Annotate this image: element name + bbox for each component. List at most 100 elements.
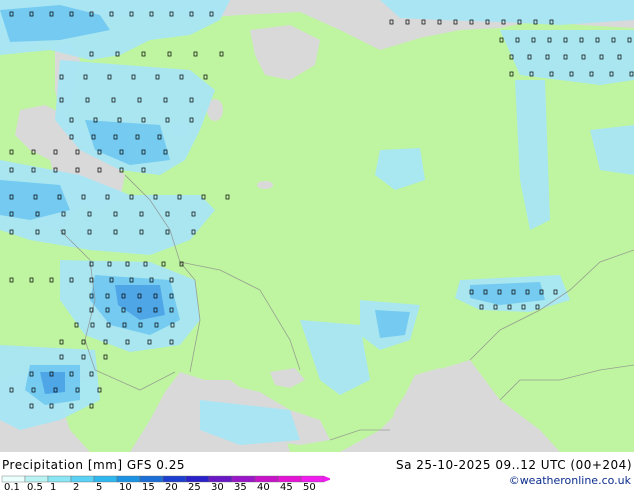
- value-marker: [33, 194, 38, 200]
- value-marker: [9, 194, 14, 200]
- value-marker: [485, 19, 490, 25]
- value-marker: [153, 307, 158, 313]
- value-marker: [139, 229, 144, 235]
- value-marker: [527, 54, 532, 60]
- value-marker: [165, 229, 170, 235]
- value-marker: [169, 307, 174, 313]
- value-marker: [165, 117, 170, 123]
- value-marker: [49, 11, 54, 17]
- value-marker: [203, 74, 208, 80]
- value-marker: [122, 322, 127, 328]
- value-marker: [179, 261, 184, 267]
- value-marker: [125, 261, 130, 267]
- value-marker: [131, 74, 136, 80]
- value-marker: [529, 71, 534, 77]
- value-marker: [563, 54, 568, 60]
- value-marker: [57, 194, 62, 200]
- value-marker: [103, 354, 108, 360]
- value-marker: [479, 304, 484, 310]
- value-marker: [93, 117, 98, 123]
- legend-tick-label: 0.1: [4, 482, 20, 490]
- value-marker: [581, 54, 586, 60]
- value-marker: [53, 387, 58, 393]
- value-marker: [129, 277, 134, 283]
- legend-tick-label: 45: [280, 482, 293, 490]
- value-marker: [139, 211, 144, 217]
- value-marker: [75, 149, 80, 155]
- valid-datetime: Sa 25-10-2025 09..12 UTC (00+204): [395, 458, 632, 472]
- value-marker: [53, 167, 58, 173]
- value-marker: [405, 19, 410, 25]
- value-marker: [179, 74, 184, 80]
- value-marker: [191, 229, 196, 235]
- value-marker: [129, 11, 134, 17]
- value-marker: [97, 167, 102, 173]
- value-marker: [49, 371, 54, 377]
- legend-tick-label: 20: [165, 482, 178, 490]
- value-marker: [89, 11, 94, 17]
- value-marker: [89, 403, 94, 409]
- value-marker: [515, 37, 520, 43]
- value-marker: [129, 194, 134, 200]
- value-marker: [483, 289, 488, 295]
- value-marker: [9, 11, 14, 17]
- value-marker: [569, 71, 574, 77]
- value-marker: [189, 117, 194, 123]
- value-marker: [117, 117, 122, 123]
- value-marker: [69, 371, 74, 377]
- value-marker: [421, 19, 426, 25]
- value-marker: [141, 167, 146, 173]
- value-marker: [109, 277, 114, 283]
- value-marker: [59, 354, 64, 360]
- value-marker: [59, 74, 64, 80]
- value-marker: [155, 74, 160, 80]
- value-marker: [87, 211, 92, 217]
- value-marker: [107, 261, 112, 267]
- legend-tick-label: 40: [257, 482, 270, 490]
- value-marker: [105, 293, 110, 299]
- value-marker: [167, 51, 172, 57]
- value-marker: [69, 403, 74, 409]
- value-marker: [75, 387, 80, 393]
- value-marker: [493, 304, 498, 310]
- value-marker: [169, 277, 174, 283]
- value-marker: [87, 229, 92, 235]
- value-marker: [629, 71, 634, 77]
- value-marker: [157, 134, 162, 140]
- value-marker: [627, 37, 632, 43]
- value-marker: [617, 54, 622, 60]
- value-marker: [153, 194, 158, 200]
- source-credit-link[interactable]: ©weatheronline.co.uk: [509, 474, 631, 487]
- legend-tick-label: 0.5: [27, 482, 43, 490]
- value-marker: [9, 387, 14, 393]
- value-marker: [119, 149, 124, 155]
- legend-tick-label: 50: [303, 482, 316, 490]
- value-marker: [113, 134, 118, 140]
- value-marker: [89, 277, 94, 283]
- value-marker: [9, 211, 14, 217]
- value-marker: [193, 51, 198, 57]
- value-marker: [135, 134, 140, 140]
- map-title: Precipitation [mm] GFS 0.25: [2, 458, 186, 472]
- value-marker: [177, 194, 182, 200]
- value-marker: [29, 371, 34, 377]
- value-marker: [138, 322, 143, 328]
- value-marker: [53, 149, 58, 155]
- value-marker: [137, 307, 142, 313]
- legend-tick-label: 35: [234, 482, 247, 490]
- value-marker: [141, 117, 146, 123]
- value-marker: [119, 167, 124, 173]
- value-marker: [149, 11, 154, 17]
- value-marker: [553, 289, 558, 295]
- value-marker: [105, 307, 110, 313]
- value-marker: [153, 293, 158, 299]
- value-marker: [497, 289, 502, 295]
- value-marker: [141, 51, 146, 57]
- value-marker: [89, 293, 94, 299]
- value-marker: [111, 97, 116, 103]
- value-marker: [143, 261, 148, 267]
- value-marker: [137, 293, 142, 299]
- value-marker: [501, 19, 506, 25]
- value-marker: [35, 229, 40, 235]
- value-marker: [163, 149, 168, 155]
